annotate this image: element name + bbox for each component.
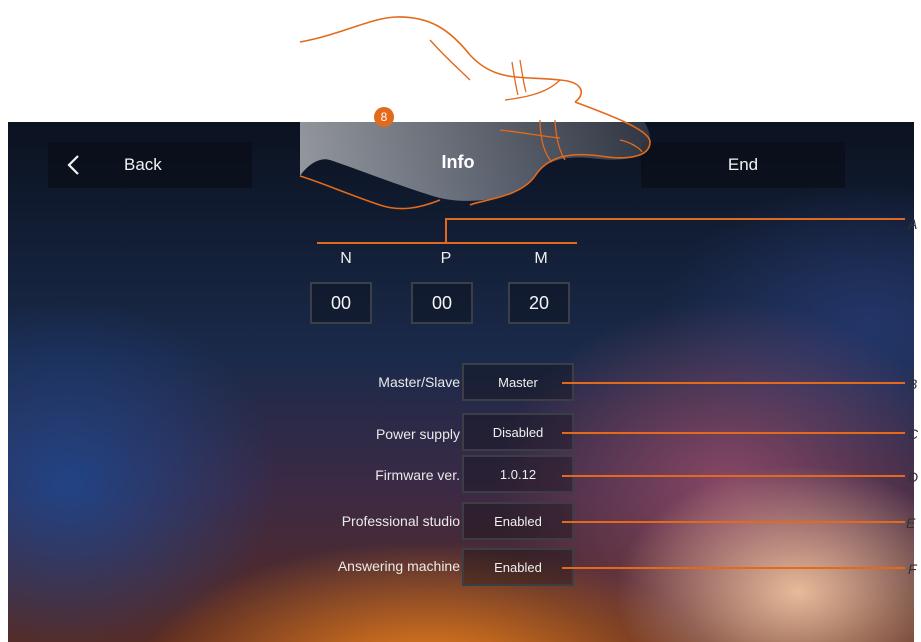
address-p-value: 00 — [411, 282, 473, 324]
chevron-left-icon — [67, 155, 79, 175]
callout-letter-a: A — [908, 216, 918, 232]
master-slave-label: Master/Slave — [378, 374, 460, 390]
callout-line-c — [562, 432, 905, 434]
callout-letter-f: F — [908, 561, 917, 577]
callout-line-a — [445, 218, 905, 220]
master-slave-value: Master — [462, 363, 574, 401]
address-callout-tick — [445, 220, 447, 242]
page-title: Info — [441, 152, 475, 172]
professional-studio-value: Enabled — [462, 502, 574, 540]
answering-machine-label: Answering machine — [337, 558, 460, 574]
callout-letter-d: D — [908, 469, 919, 485]
firmware-value: 1.0.12 — [462, 455, 574, 493]
callout-letter-c: C — [908, 426, 919, 442]
power-supply-value: Disabled — [462, 413, 574, 451]
address-n-value: 00 — [310, 282, 372, 324]
answering-machine-value: Enabled — [462, 548, 574, 586]
back-label: Back — [124, 155, 162, 174]
address-m-label: M — [534, 250, 548, 267]
end-button[interactable]: End — [641, 142, 845, 188]
professional-studio-label: Professional studio — [341, 513, 460, 529]
power-supply-label: Power supply — [375, 426, 460, 442]
step-badge: 8 — [374, 107, 394, 127]
callout-line-b — [562, 382, 905, 384]
callout-line-d — [562, 475, 905, 477]
address-m-value: 20 — [508, 282, 570, 324]
address-n-label: N — [340, 250, 352, 267]
callout-line-f — [562, 567, 905, 569]
callout-letter-e: E — [906, 515, 916, 531]
callout-letter-b: B — [908, 376, 918, 392]
back-button[interactable]: Back — [48, 142, 252, 188]
firmware-label: Firmware ver. — [375, 467, 460, 483]
address-p-label: P — [440, 250, 452, 267]
callout-line-e — [562, 521, 905, 523]
address-bracket-line — [317, 242, 577, 244]
